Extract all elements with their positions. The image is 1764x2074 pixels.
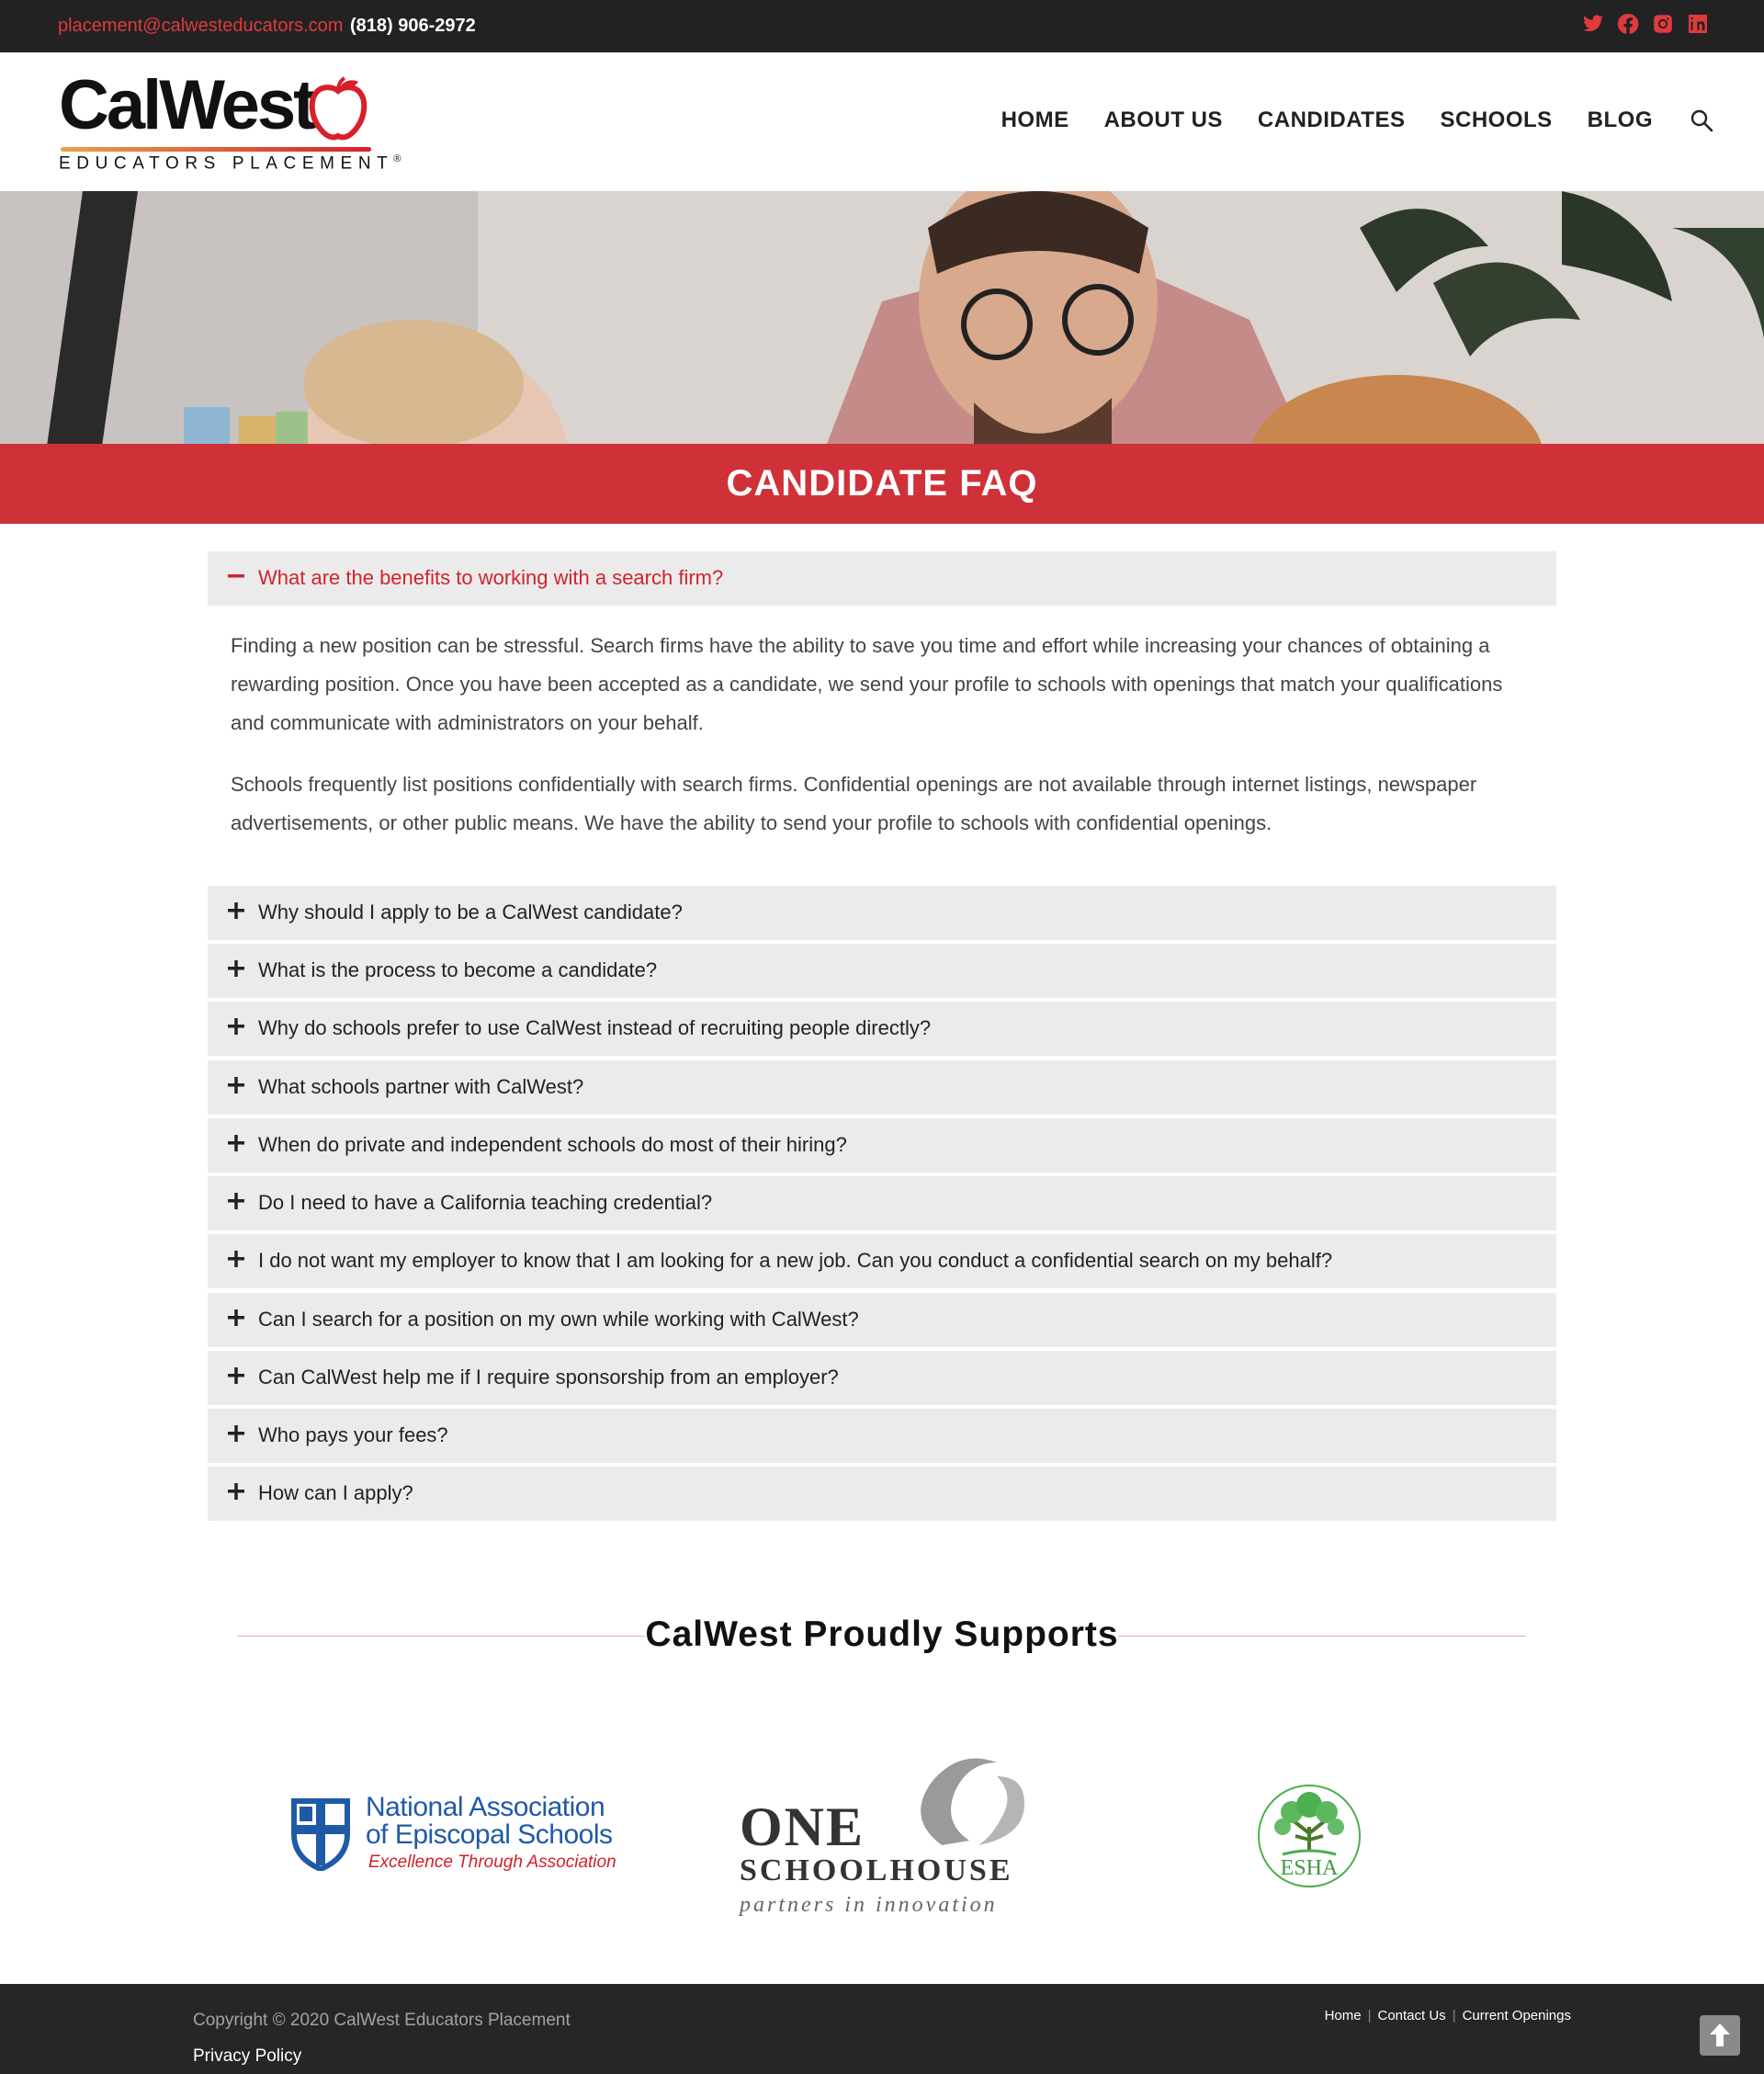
partner-naes-line1: National Association <box>366 1792 605 1822</box>
faq-item[interactable]: What is the process to become a candidat… <box>208 944 1556 998</box>
partner-esha-logo[interactable]: ESHA <box>1255 1783 1363 1889</box>
linkedin-icon[interactable] <box>1687 13 1709 35</box>
site-header: CalWest EDUCATORS PLACEMENT® HOME ABOUT … <box>0 52 1764 191</box>
footer-links: Home | Contact Us | Current Openings <box>1325 2008 1571 2023</box>
faq-answer-paragraph: Schools frequently list positions confid… <box>231 773 1477 834</box>
main-nav: HOME ABOUT US CANDIDATES SCHOOLS BLOG <box>967 108 1713 133</box>
faq-question: Why do schools prefer to use CalWest ins… <box>258 1016 932 1039</box>
faq-question: Who pays your fees? <box>258 1423 448 1446</box>
faq-item-open[interactable]: What are the benefits to working with a … <box>208 551 1556 606</box>
partner-naes-line2: of Episcopal Schools <box>366 1819 613 1850</box>
phone-number[interactable]: (818) 906-2972 <box>350 16 476 37</box>
footer-link-contact-us[interactable]: Contact Us <box>1377 2008 1445 2023</box>
faq-question: How can I apply? <box>258 1481 413 1504</box>
plus-icon <box>228 1193 244 1209</box>
faq-question: Why should I apply to be a CalWest candi… <box>258 901 683 924</box>
episcopal-shield-icon <box>291 1798 350 1871</box>
faq-item[interactable]: Can CalWest help me if I require sponsor… <box>208 1351 1556 1405</box>
apple-icon <box>309 76 368 141</box>
nav-candidates[interactable]: CANDIDATES <box>1258 108 1406 133</box>
plus-icon <box>228 1309 244 1326</box>
footer-link-current-openings[interactable]: Current Openings <box>1463 2008 1571 2023</box>
nav-about-us[interactable]: ABOUT US <box>1104 108 1223 133</box>
calwest-logo[interactable]: CalWest EDUCATORS PLACEMENT® <box>59 66 401 176</box>
faq-question: What are the benefits to working with a … <box>258 566 724 589</box>
logo-underline <box>61 147 371 152</box>
faq-item[interactable]: How can I apply? <box>208 1467 1556 1521</box>
arrow-up-icon <box>1710 2023 1730 2046</box>
hero-image <box>0 191 1764 444</box>
plus-icon <box>228 1251 244 1267</box>
faq-item[interactable]: Why do schools prefer to use CalWest ins… <box>208 1002 1556 1056</box>
plus-icon <box>228 960 244 977</box>
faq-item[interactable]: Why should I apply to be a CalWest candi… <box>208 886 1556 940</box>
plus-icon <box>228 1135 244 1151</box>
logo-tagline: EDUCATORS PLACEMENT® <box>59 153 401 174</box>
faq-item[interactable]: Do I need to have a California teaching … <box>208 1176 1556 1230</box>
plus-icon <box>228 1018 244 1035</box>
nav-home[interactable]: HOME <box>1001 108 1069 133</box>
faq-question: I do not want my employer to know that I… <box>258 1249 1333 1272</box>
partner-one-line2: SCHOOLHOUSE <box>740 1853 1013 1887</box>
faq-item[interactable]: Who pays your fees? <box>208 1409 1556 1463</box>
link-separator: | <box>1452 2008 1456 2023</box>
plus-icon <box>228 1425 244 1442</box>
plus-icon <box>228 902 244 919</box>
privacy-policy-link[interactable]: Privacy Policy <box>193 2046 301 2067</box>
page-title: CANDIDATE FAQ <box>726 463 1038 504</box>
faq-question: When do private and independent schools … <box>258 1133 847 1156</box>
logo-brand: CalWest <box>59 66 316 144</box>
partner-esha-name: ESHA <box>1280 1856 1339 1880</box>
instagram-icon[interactable] <box>1652 13 1674 35</box>
copyright-text: Copyright © 2020 CalWest Educators Place… <box>193 2011 571 2030</box>
plus-icon <box>228 1367 244 1384</box>
faq-question: What schools partner with CalWest? <box>258 1075 584 1098</box>
page-title-band: CANDIDATE FAQ <box>0 444 1764 524</box>
supports-title: CalWest Proudly Supports <box>645 1615 1119 1654</box>
twitter-icon[interactable] <box>1582 13 1604 35</box>
email-link[interactable]: placement@calwesteducators.com <box>58 16 343 37</box>
site-footer: Copyright © 2020 CalWest Educators Place… <box>0 1984 1764 2074</box>
partner-one-tagline: partners in innovation <box>740 1893 998 1917</box>
faq-question: Do I need to have a California teaching … <box>258 1191 713 1214</box>
faq-item[interactable]: When do private and independent schools … <box>208 1118 1556 1173</box>
search-icon[interactable] <box>1690 108 1713 132</box>
partner-naes-tagline: Excellence Through Association <box>368 1853 616 1872</box>
faq-item[interactable]: Can I search for a position on my own wh… <box>208 1293 1556 1347</box>
link-separator: | <box>1367 2008 1372 2023</box>
social-links <box>1582 13 1709 35</box>
faq-item[interactable]: What schools partner with CalWest? <box>208 1060 1556 1115</box>
hero-photo-illustration <box>0 191 1764 444</box>
footer-link-home[interactable]: Home <box>1325 2008 1362 2023</box>
faq-question: Can CalWest help me if I require sponsor… <box>258 1366 839 1388</box>
faq-answer-paragraph: Finding a new position can be stressful.… <box>231 634 1503 734</box>
plus-icon <box>228 1483 244 1500</box>
minus-icon <box>228 574 244 578</box>
plus-icon <box>228 1077 244 1094</box>
partner-one-line1: ONE <box>740 1796 865 1857</box>
facebook-icon[interactable] <box>1617 13 1639 35</box>
nav-schools[interactable]: SCHOOLS <box>1440 108 1552 133</box>
partner-naes-logo[interactable]: National Association of Episcopal School… <box>290 1794 616 1876</box>
faq-item[interactable]: I do not want my employer to know that I… <box>208 1234 1556 1288</box>
faq-question: What is the process to become a candidat… <box>258 958 658 981</box>
scroll-to-top-button[interactable] <box>1700 2015 1740 2056</box>
nav-blog[interactable]: BLOG <box>1588 108 1653 133</box>
partner-one-schoolhouse-logo[interactable]: ONE SCHOOLHOUSE partners in innovation <box>740 1753 1034 1922</box>
faq-question: Can I search for a position on my own wh… <box>258 1308 859 1331</box>
one-schoolhouse-mark-icon <box>921 1758 1024 1845</box>
top-bar: placement@calwesteducators.com (818) 906… <box>0 0 1764 52</box>
